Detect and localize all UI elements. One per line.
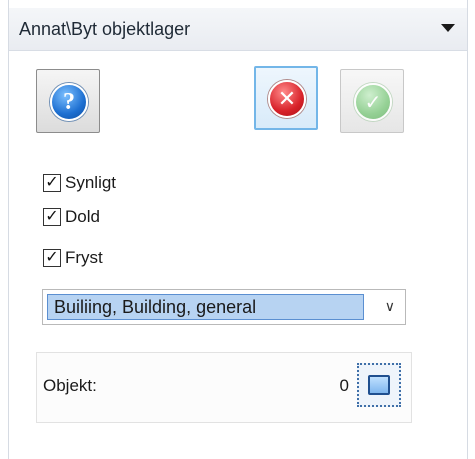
question-icon: ? [50,83,88,121]
checkbox-row-fryst[interactable]: ✓ Fryst [43,247,103,269]
dold-label: Dold [65,207,100,226]
fryst-label: Fryst [65,248,103,267]
object-label: Objekt: [43,376,97,395]
checkbox-row-synligt[interactable]: ✓ Synligt [43,172,116,194]
cancel-button[interactable]: ✕ [254,66,318,130]
cancel-x-icon: ✕ [268,80,306,118]
select-objects-button[interactable] [357,363,401,407]
help-button[interactable]: ? [36,69,100,133]
fryst-checkbox[interactable]: ✓ [43,249,61,267]
chevron-down-icon[interactable] [441,24,455,32]
checkmark-icon: ✓ [354,83,392,121]
change-layer-panel: Annat\Byt objektlager ? ✕ ✓ ✓ Synligt ✓ … [8,0,468,459]
panel-title: Annat\Byt objektlager [19,19,191,39]
synligt-checkbox[interactable]: ✓ [43,174,61,192]
object-group: Objekt: 0 [36,352,412,423]
synligt-label: Synligt [65,173,117,192]
select-objects-icon [368,375,390,395]
ok-button[interactable]: ✓ [340,69,404,133]
layer-dropdown[interactable]: Builiing, Building, general ∨ [42,289,406,325]
dold-checkbox[interactable]: ✓ [43,208,61,226]
object-count: 0 [339,376,349,395]
layer-dropdown-value[interactable]: Builiing, Building, general [47,294,364,320]
dropdown-arrow-icon[interactable]: ∨ [385,298,395,315]
checkbox-row-dold[interactable]: ✓ Dold [43,206,100,228]
panel-header[interactable]: Annat\Byt objektlager [9,8,467,51]
